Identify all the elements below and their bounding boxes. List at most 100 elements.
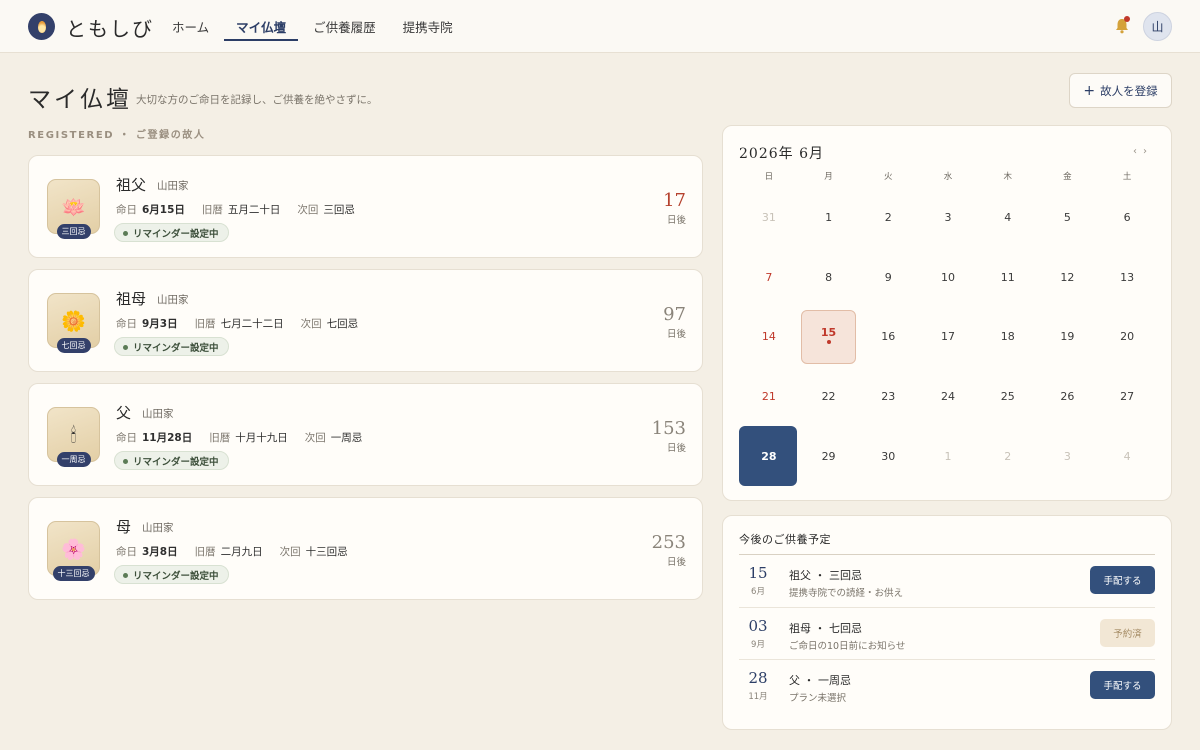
calendar-day[interactable]: 27 xyxy=(1097,367,1157,427)
calendar-day[interactable]: 31 xyxy=(739,188,799,248)
meinichi-value: 11月28日 xyxy=(142,432,193,444)
calendar-day[interactable]: 30 xyxy=(858,426,918,486)
upcoming-row: 03 9月 祖母 ・ 七回忌 ご命日の10日前にお知らせ 予約済 xyxy=(739,607,1155,659)
top-bar: ともしび ホーム マイ仏壇 ご供養履歴 提携寺院 山 xyxy=(0,0,1200,53)
calendar-day[interactable]: 18 xyxy=(978,307,1038,367)
next-value: 十三回忌 xyxy=(305,546,348,558)
memorial-badge: 十三回忌 xyxy=(52,566,95,581)
calendar-day[interactable]: 14 xyxy=(739,307,799,367)
upcoming-month: 11月 xyxy=(748,692,768,702)
person-card[interactable]: 🌼 七回忌 祖母 山田家 命日 9月3日 旧暦 七月二十二日 次回 七回忌 リマインダ… xyxy=(28,269,703,372)
calendar-day[interactable]: 8 xyxy=(799,248,859,308)
person-card[interactable]: 🕯 一周忌 父 山田家 命日 11月28日 旧暦 十月十九日 次回 一周忌 リマインダ… xyxy=(28,383,703,486)
memorial-badge: 三回忌 xyxy=(56,224,91,239)
calendar-day[interactable]: 1 xyxy=(799,188,859,248)
calendar-day[interactable]: 7 xyxy=(739,248,799,308)
next-value: 三回忌 xyxy=(323,204,355,216)
calendar-day[interactable]: 16 xyxy=(858,307,918,367)
meinichi-label: 命日 xyxy=(116,318,137,330)
calendar-day[interactable]: 3 xyxy=(1038,426,1098,486)
calendar-day-memorial[interactable]: 15 xyxy=(799,307,859,367)
person-name: 祖父 xyxy=(116,176,147,194)
calendar-day[interactable]: 21 xyxy=(739,367,799,427)
person-details: 命日 9月3日 旧暦 七月二十二日 次回 七回忌 xyxy=(116,316,375,331)
calendar-day[interactable]: 20 xyxy=(1097,307,1157,367)
chevron-right-icon[interactable]: › xyxy=(1143,146,1153,157)
next-value: 七回忌 xyxy=(326,318,359,330)
candle-logo-icon[interactable] xyxy=(28,13,55,40)
reserved-button[interactable]: 予約済 xyxy=(1100,619,1155,647)
reminder-badge[interactable]: リマインダー設定中 xyxy=(114,337,229,356)
next-label: 次回 xyxy=(279,546,301,558)
app-name[interactable]: ともしび xyxy=(66,13,154,42)
calendar-day[interactable]: 12 xyxy=(1038,248,1098,308)
main-nav: ホーム マイ仏壇 ご供養履歴 提携寺院 xyxy=(172,0,480,53)
person-details: 命日 3月8日 旧暦 二月九日 次回 十三回忌 xyxy=(116,544,365,559)
calendar-day[interactable]: 24 xyxy=(918,367,978,427)
calendar-day[interactable]: 19 xyxy=(1038,307,1098,367)
calendar-day[interactable]: 3 xyxy=(918,188,978,248)
nav-history[interactable]: ご供養履歴 xyxy=(313,0,376,53)
arrange-button[interactable]: 手配する xyxy=(1090,671,1155,699)
calendar-day[interactable]: 2 xyxy=(978,426,1038,486)
calendar-day[interactable]: 23 xyxy=(858,367,918,427)
calendar-day[interactable]: 2 xyxy=(858,188,918,248)
calendar-title: 2026年 6月 xyxy=(739,146,824,162)
calendar-day[interactable]: 13 xyxy=(1097,248,1157,308)
kyureki-label: 旧暦 xyxy=(209,432,231,444)
next-label: 次回 xyxy=(300,318,322,330)
arrange-button[interactable]: 手配する xyxy=(1090,566,1155,594)
calendar-day[interactable]: 11 xyxy=(978,248,1038,308)
days-unit: 日後 xyxy=(666,215,686,226)
meinichi-value: 9月3日 xyxy=(142,318,178,330)
upcoming-name: 祖母 ・ 七回忌 xyxy=(789,622,862,635)
reminder-badge[interactable]: リマインダー設定中 xyxy=(114,223,229,242)
calendar-day[interactable]: 10 xyxy=(918,248,978,308)
weekday-header: 火 xyxy=(884,172,893,182)
kyureki-value: 五月二十日 xyxy=(227,204,281,216)
plus-icon: + xyxy=(1083,82,1096,99)
calendar-day[interactable]: 9 xyxy=(858,248,918,308)
calendar-day-selected[interactable]: 28 xyxy=(739,426,799,486)
weekday-header: 土 xyxy=(1122,172,1132,182)
calendar-day[interactable]: 25 xyxy=(978,367,1038,427)
person-details: 命日 11月28日 旧暦 十月十九日 次回 一周忌 xyxy=(116,430,379,445)
nav-home[interactable]: ホーム xyxy=(172,0,209,53)
calendar-day[interactable]: 4 xyxy=(978,188,1038,248)
calendar-day[interactable]: 26 xyxy=(1038,367,1098,427)
weekday-header: 月 xyxy=(824,172,833,182)
upcoming-name: 父 ・ 一周忌 xyxy=(789,674,851,687)
upcoming-desc: 提携寺院での読経・お供え xyxy=(789,588,904,599)
calendar-day[interactable]: 4 xyxy=(1097,426,1157,486)
memorial-badge: 七回忌 xyxy=(56,338,91,353)
upcoming-desc: ご命日の10日前にお知らせ xyxy=(789,641,906,652)
upcoming-month: 9月 xyxy=(751,640,765,650)
nav-temples[interactable]: 提携寺院 xyxy=(403,0,453,53)
reminder-badge[interactable]: リマインダー設定中 xyxy=(114,451,229,470)
days-remaining: 97 xyxy=(663,304,686,325)
reminder-badge[interactable]: リマインダー設定中 xyxy=(114,565,229,584)
candle-icon: 🕯 一周忌 xyxy=(47,407,100,467)
sunflower-icon: 🌼 七回忌 xyxy=(47,293,100,353)
kyureki-value: 二月九日 xyxy=(220,546,263,558)
calendar-nav: ‹› xyxy=(1133,146,1153,157)
person-card[interactable]: 🪷 三回忌 祖父 山田家 命日 6月15日 旧暦 五月二十日 次回 三回忌 リマインダ… xyxy=(28,155,703,258)
calendar-day[interactable]: 17 xyxy=(918,307,978,367)
calendar-day[interactable]: 22 xyxy=(799,367,859,427)
calendar-day[interactable]: 6 xyxy=(1097,188,1157,248)
weekday-header: 木 xyxy=(1003,172,1012,182)
chevron-left-icon[interactable]: ‹ xyxy=(1133,146,1143,157)
upcoming-memorials: 今後のご供養予定 15 6月 祖父 ・ 三回忌 提携寺院での読経・お供え 手配す… xyxy=(722,515,1172,730)
nav-my-butsudan[interactable]: マイ仏壇 xyxy=(224,0,299,53)
calendar-day[interactable]: 29 xyxy=(799,426,859,486)
add-deceased-button[interactable]: + 故人を登録 xyxy=(1069,73,1172,108)
calendar-day[interactable]: 1 xyxy=(918,426,978,486)
weekday-header: 金 xyxy=(1063,172,1072,182)
family-name: 山田家 xyxy=(157,180,189,192)
days-remaining: 153 xyxy=(651,418,686,439)
avatar[interactable]: 山 xyxy=(1143,12,1172,41)
upcoming-row: 28 11月 父 ・ 一周忌 プラン未選択 手配する xyxy=(739,659,1155,711)
calendar-day[interactable]: 5 xyxy=(1038,188,1098,248)
person-card[interactable]: 🌸 十三回忌 母 山田家 命日 3月8日 旧暦 二月九日 次回 十三回忌 リマインダー… xyxy=(28,497,703,600)
blossom-icon: 🌸 十三回忌 xyxy=(47,521,100,581)
